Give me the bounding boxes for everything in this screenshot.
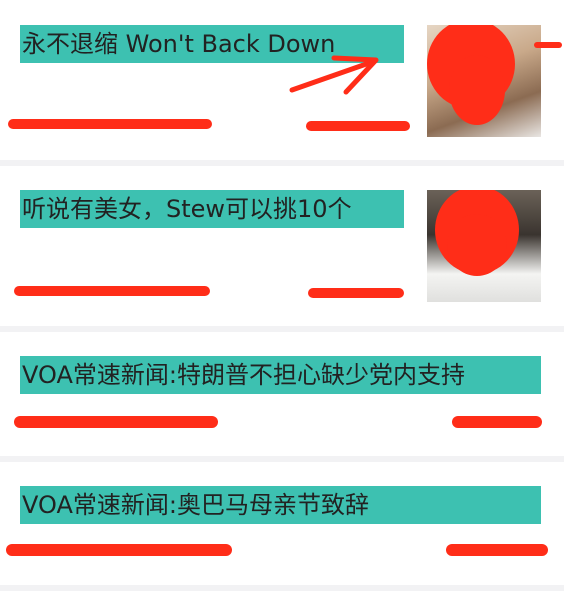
redaction-scribble [447,214,507,276]
redacted-meta-count [446,544,548,556]
list-item[interactable]: VOA常速新闻:奥巴马母亲节致辞 [0,462,564,585]
arrow-annotation-icon [289,55,379,95]
list-item[interactable]: VOA常速新闻:特朗普不担心缺少党内支持 [0,332,564,456]
redacted-meta-source [14,416,218,428]
redacted-meta-source [6,544,232,556]
redacted-meta-source [14,286,210,296]
article-title[interactable]: VOA常速新闻:奥巴马母亲节致辞 [20,486,541,524]
list-item[interactable]: 听说有美女，Stew可以挑10个 [0,166,564,326]
article-title[interactable]: 听说有美女，Stew可以挑10个 [20,190,404,228]
list-item[interactable]: 永不退缩 Won't Back Down [0,0,564,160]
redacted-meta-count [452,416,542,428]
article-thumbnail[interactable] [427,190,541,302]
article-title[interactable]: VOA常速新闻:特朗普不担心缺少党内支持 [20,356,541,394]
redacted-meta-count [308,288,404,298]
